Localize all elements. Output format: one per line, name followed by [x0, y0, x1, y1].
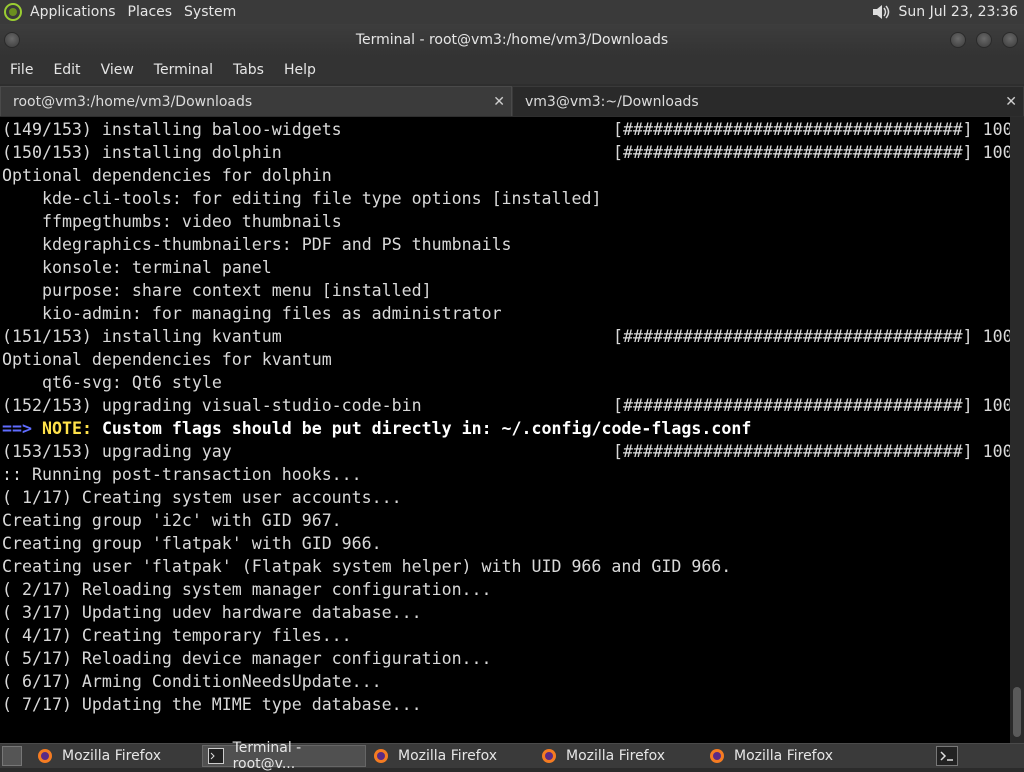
tab-vm3-downloads[interactable]: vm3@vm3:~/Downloads ✕ [512, 86, 1024, 116]
window-title: Terminal - root@vm3:/home/vm3/Downloads [0, 24, 1024, 56]
taskbar-item-firefox-3[interactable]: Mozilla Firefox [540, 745, 702, 767]
menu-tabs[interactable]: Tabs [223, 56, 274, 84]
terminal-line: ( 6/17) Arming ConditionNeedsUpdate... [2, 670, 382, 693]
close-tab-icon[interactable]: ✕ [493, 87, 505, 117]
progress-bar-text: [##################################] 100… [613, 440, 1010, 463]
tab-bar: root@vm3:/home/vm3/Downloads ✕ vm3@vm3:~… [0, 84, 1024, 118]
terminal-scrollbar[interactable] [1010, 117, 1024, 743]
terminal-icon [207, 747, 225, 765]
show-desktop-button[interactable] [2, 746, 22, 766]
note-text: Custom flags should be put directly in: … [102, 419, 751, 438]
firefox-icon [36, 747, 54, 765]
taskbar-item-label: Mozilla Firefox [398, 748, 497, 764]
note-arrow: ==> [2, 419, 32, 438]
clock[interactable]: Sun Jul 23, 23:36 [899, 4, 1024, 20]
terminal-output[interactable]: (149/153) installing baloo-widgets [####… [0, 117, 1010, 743]
menu-edit[interactable]: Edit [43, 56, 90, 84]
terminal-line: Creating group 'flatpak' with GID 966. [2, 532, 382, 555]
distro-logo-icon[interactable] [2, 1, 24, 23]
terminal-line: ( 4/17) Creating temporary files... [2, 624, 352, 647]
menu-terminal[interactable]: Terminal [144, 56, 223, 84]
progress-bar-text: [##################################] 100… [613, 325, 1010, 348]
terminal-line: ( 7/17) Updating the MIME type database.… [2, 693, 422, 716]
note-line: ==> NOTE: Custom flags should be put dir… [2, 417, 751, 440]
terminal-line: Optional dependencies for dolphin [2, 164, 332, 187]
taskbar-item-firefox-4[interactable]: Mozilla Firefox [708, 745, 870, 767]
menubar: File Edit View Terminal Tabs Help [0, 56, 1024, 84]
terminal-line: qt6-svg: Qt6 style [42, 371, 222, 394]
taskbar-item-label: Mozilla Firefox [62, 748, 161, 764]
scrollbar-thumb[interactable] [1013, 687, 1021, 737]
taskbar-item-label: Terminal - root@v... [233, 740, 365, 772]
system-menu[interactable]: System [178, 0, 242, 24]
terminal-line: (150/153) installing dolphin [2, 141, 282, 164]
terminal-line: ( 3/17) Updating udev hardware database.… [2, 601, 422, 624]
progress-bar-text: [##################################] 100… [613, 141, 1010, 164]
terminal-line: (153/153) upgrading yay [2, 440, 232, 463]
terminal-line: Optional dependencies for kvantum [2, 348, 332, 371]
terminal-line: ffmpegthumbs: video thumbnails [42, 210, 342, 233]
minimize-button[interactable] [950, 32, 966, 48]
terminal-line: konsole: terminal panel [42, 256, 272, 279]
taskbar-item-terminal[interactable]: Terminal - root@v... [202, 745, 366, 767]
tab-label: root@vm3:/home/vm3/Downloads [13, 87, 252, 117]
terminal-line: ( 5/17) Reloading device manager configu… [2, 647, 492, 670]
terminal-line: (151/153) installing kvantum [2, 325, 282, 348]
terminal-line: Creating user 'flatpak' (Flatpak system … [2, 555, 731, 578]
menu-help[interactable]: Help [274, 56, 326, 84]
top-panel: Applications Places System Sun Jul 23, 2… [0, 0, 1024, 24]
progress-bar-text: [##################################] 100… [613, 118, 1010, 141]
firefox-icon [372, 747, 390, 765]
close-tab-icon[interactable]: ✕ [1005, 87, 1017, 117]
note-label: NOTE: [42, 419, 92, 438]
firefox-icon [708, 747, 726, 765]
window-titlebar[interactable]: Terminal - root@vm3:/home/vm3/Downloads [0, 24, 1024, 56]
terminal-line: (152/153) upgrading visual-studio-code-b… [2, 394, 422, 417]
terminal-line: kdegraphics-thumbnailers: PDF and PS thu… [42, 233, 512, 256]
terminal-line: (149/153) installing baloo-widgets [2, 118, 342, 141]
taskbar-item-firefox-1[interactable]: Mozilla Firefox [36, 745, 198, 767]
tab-root-downloads[interactable]: root@vm3:/home/vm3/Downloads ✕ [0, 86, 512, 116]
terminal-line: purpose: share context menu [installed] [42, 279, 432, 302]
tab-label: vm3@vm3:~/Downloads [525, 87, 699, 117]
terminal-line: ( 1/17) Creating system user accounts... [2, 486, 402, 509]
terminal-line: kio-admin: for managing files as adminis… [42, 302, 502, 325]
places-menu[interactable]: Places [122, 0, 179, 24]
terminal-launcher-icon[interactable] [936, 746, 958, 766]
volume-icon[interactable] [871, 3, 891, 21]
taskbar-item-firefox-2[interactable]: Mozilla Firefox [372, 745, 534, 767]
progress-bar-text: [##################################] 100… [613, 394, 1010, 417]
applications-menu[interactable]: Applications [24, 0, 122, 24]
taskbar: Mozilla Firefox Terminal - root@v... Moz… [0, 743, 1024, 768]
terminal-line: ( 2/17) Reloading system manager configu… [2, 578, 492, 601]
close-button[interactable] [1002, 32, 1018, 48]
menu-view[interactable]: View [91, 56, 144, 84]
maximize-button[interactable] [976, 32, 992, 48]
taskbar-item-label: Mozilla Firefox [566, 748, 665, 764]
terminal-line: kde-cli-tools: for editing file type opt… [42, 187, 601, 210]
terminal-line: :: Running post-transaction hooks... [2, 463, 362, 486]
taskbar-item-label: Mozilla Firefox [734, 748, 833, 764]
terminal-line: Creating group 'i2c' with GID 967. [2, 509, 342, 532]
firefox-icon [540, 747, 558, 765]
menu-file[interactable]: File [0, 56, 43, 84]
